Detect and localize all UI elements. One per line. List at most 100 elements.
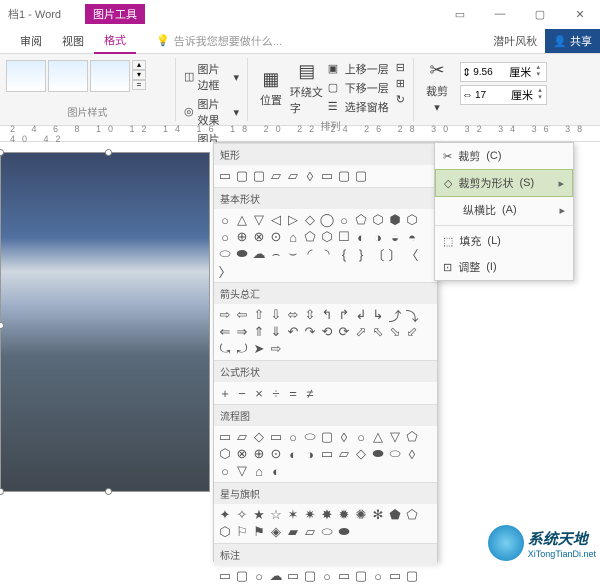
- shape-option[interactable]: ⬠: [404, 507, 420, 523]
- shape-option[interactable]: ▷: [285, 212, 301, 228]
- shape-option[interactable]: ⬁: [370, 324, 386, 340]
- shape-option[interactable]: △: [234, 212, 250, 228]
- shape-option[interactable]: ▱: [336, 446, 352, 462]
- shape-option[interactable]: ⤾: [234, 341, 250, 357]
- shape-option[interactable]: ⊙: [268, 446, 284, 462]
- style-thumb[interactable]: [90, 60, 130, 92]
- shape-option[interactable]: ✹: [336, 507, 352, 523]
- shape-option[interactable]: ▭: [336, 568, 352, 584]
- shape-option[interactable]: ⬠: [302, 229, 318, 245]
- tab-format[interactable]: 格式: [94, 28, 136, 54]
- style-thumb[interactable]: [6, 60, 46, 92]
- shape-option[interactable]: ○: [370, 568, 386, 584]
- crop-menu-fit[interactable]: ⊡ 调整(I): [435, 254, 573, 280]
- shape-option[interactable]: ↷: [302, 324, 318, 340]
- resize-handle[interactable]: [105, 488, 112, 495]
- shape-option[interactable]: ⚐: [234, 524, 250, 540]
- shape-option[interactable]: ⤴: [387, 307, 403, 323]
- ribbon-options-icon[interactable]: ▭: [440, 0, 480, 28]
- shape-option[interactable]: ▭: [319, 168, 335, 184]
- shape-option[interactable]: ◝: [319, 246, 335, 262]
- resize-handle[interactable]: [0, 488, 4, 495]
- shape-option[interactable]: ⬡: [217, 446, 233, 462]
- spin-down-icon[interactable]: ▾: [535, 95, 545, 102]
- shape-option[interactable]: ▢: [234, 168, 250, 184]
- shape-option[interactable]: ▭: [217, 168, 233, 184]
- crop-menu-fill[interactable]: ⬚ 填充(L): [435, 228, 573, 254]
- shape-option[interactable]: ⬄: [285, 307, 301, 323]
- shape-option[interactable]: ⬬: [370, 446, 386, 462]
- shape-option[interactable]: ▭: [268, 429, 284, 445]
- shape-option[interactable]: ⇳: [302, 307, 318, 323]
- shape-option[interactable]: ▽: [234, 463, 250, 479]
- shape-option[interactable]: ↲: [353, 307, 369, 323]
- shape-option[interactable]: ◊: [404, 446, 420, 462]
- shape-option[interactable]: ○: [319, 568, 335, 584]
- shape-option[interactable]: ⇧: [251, 307, 267, 323]
- shape-option[interactable]: ↶: [285, 324, 301, 340]
- shape-option[interactable]: ➤: [251, 341, 267, 357]
- shape-option[interactable]: ⬃: [404, 324, 420, 340]
- shape-option[interactable]: ⟲: [319, 324, 335, 340]
- shape-option[interactable]: ⬡: [217, 524, 233, 540]
- shape-option[interactable]: ×: [251, 385, 267, 401]
- height-input[interactable]: [473, 67, 507, 78]
- shape-option[interactable]: ▱: [302, 524, 318, 540]
- shape-option[interactable]: ↳: [370, 307, 386, 323]
- shape-option[interactable]: ▽: [387, 429, 403, 445]
- shape-option[interactable]: ✷: [302, 507, 318, 523]
- shape-option[interactable]: ⇒: [234, 324, 250, 340]
- style-thumb[interactable]: [48, 60, 88, 92]
- shape-option[interactable]: ⬭: [217, 246, 233, 262]
- shape-option[interactable]: ✺: [353, 507, 369, 523]
- rotate-button[interactable]: ↻: [394, 92, 407, 107]
- minimize-button[interactable]: —: [480, 0, 520, 28]
- shape-option[interactable]: ⬬: [234, 246, 250, 262]
- shape-option[interactable]: ◁: [268, 212, 284, 228]
- send-backward-button[interactable]: ▢下移一层: [326, 79, 392, 97]
- shape-option[interactable]: ☐: [336, 229, 352, 245]
- shape-option[interactable]: ⊗: [234, 446, 250, 462]
- shape-option[interactable]: ⬀: [353, 324, 369, 340]
- shape-option[interactable]: ○: [251, 568, 267, 584]
- shape-option[interactable]: ◊: [336, 429, 352, 445]
- document-canvas[interactable]: 矩形 ▭▢▢▱▱◊▭▢▢ 基本形状 ○△▽◁▷◇◯○⬠⬡⬢⬡○⊕⊗⊙⌂⬠⬡☐◐◑…: [0, 142, 600, 562]
- shape-option[interactable]: {: [336, 246, 352, 262]
- shape-option[interactable]: ▢: [302, 568, 318, 584]
- shape-option[interactable]: −: [234, 385, 250, 401]
- shape-option[interactable]: ◐: [353, 229, 369, 245]
- tab-review[interactable]: 审阅: [10, 29, 52, 53]
- shape-option[interactable]: ◈: [268, 524, 284, 540]
- shape-option[interactable]: ◯: [319, 212, 335, 228]
- shape-option[interactable]: ○: [217, 463, 233, 479]
- spin-down-icon[interactable]: ▾: [533, 72, 543, 79]
- shape-option[interactable]: ✸: [319, 507, 335, 523]
- shape-option[interactable]: =: [285, 385, 301, 401]
- shape-option[interactable]: ⬭: [319, 524, 335, 540]
- gallery-down-icon[interactable]: ▾: [132, 70, 146, 80]
- shape-option[interactable]: ⟳: [336, 324, 352, 340]
- shape-option[interactable]: ◊: [302, 168, 318, 184]
- picture-border-button[interactable]: ◫图片边框▾: [182, 60, 241, 94]
- shape-option[interactable]: ◒: [387, 229, 403, 245]
- shape-option[interactable]: ⬡: [404, 212, 420, 228]
- shape-option[interactable]: ⌂: [285, 229, 301, 245]
- shape-option[interactable]: ⚑: [251, 524, 267, 540]
- shape-option[interactable]: ◇: [251, 429, 267, 445]
- shape-option[interactable]: ★: [251, 507, 267, 523]
- shape-option[interactable]: ▢: [336, 168, 352, 184]
- resize-handle[interactable]: [105, 149, 112, 156]
- shape-option[interactable]: ◜: [302, 246, 318, 262]
- shape-option[interactable]: ◓: [404, 229, 420, 245]
- shape-option[interactable]: ⬡: [370, 212, 386, 228]
- shape-option[interactable]: ▱: [285, 168, 301, 184]
- shape-option[interactable]: ÷: [268, 385, 284, 401]
- group-button[interactable]: ⊞: [394, 76, 407, 91]
- shape-option[interactable]: ○: [217, 229, 233, 245]
- gallery-up-icon[interactable]: ▴: [132, 60, 146, 70]
- shape-option[interactable]: ▢: [251, 168, 267, 184]
- shape-option[interactable]: ☁: [268, 568, 284, 584]
- shape-option[interactable]: ▱: [268, 168, 284, 184]
- user-name[interactable]: 潜叶风秋: [485, 33, 545, 49]
- shape-option[interactable]: ▭: [387, 568, 403, 584]
